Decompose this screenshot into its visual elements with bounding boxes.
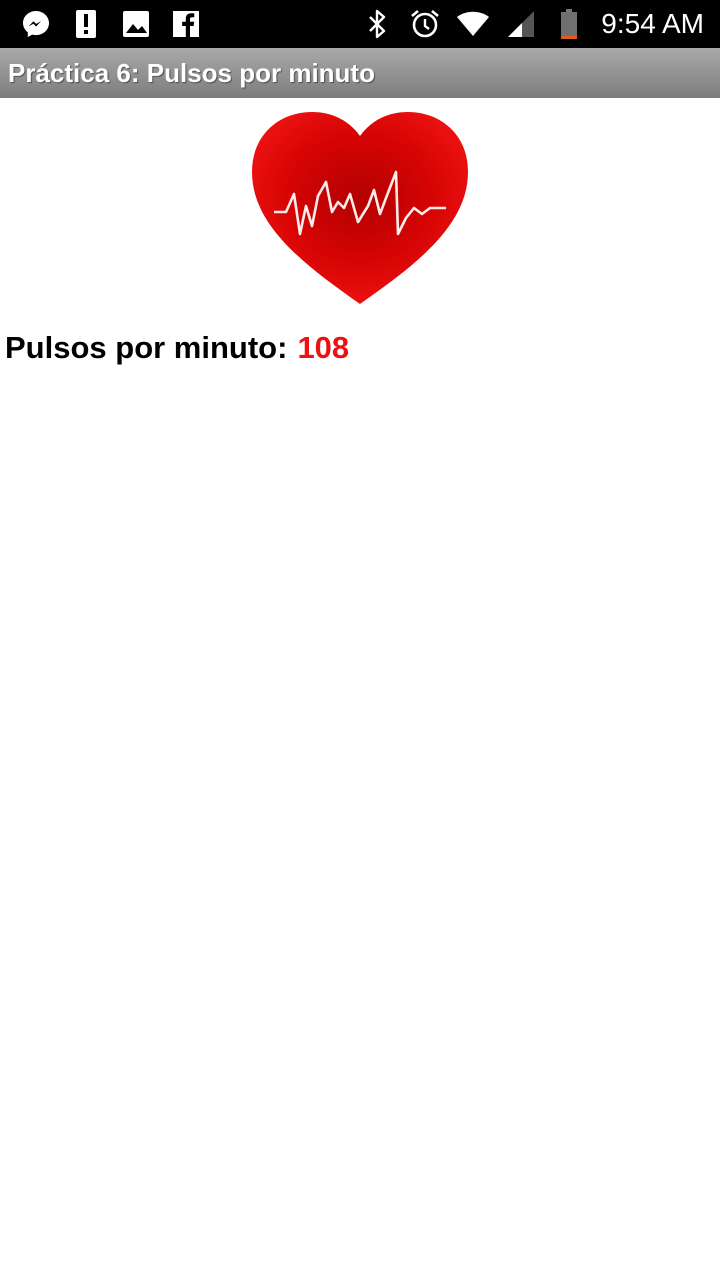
image-icon	[118, 6, 154, 42]
alert-icon	[68, 6, 104, 42]
action-bar: Práctica 6: Pulsos por minuto	[0, 48, 720, 98]
messenger-icon	[18, 6, 54, 42]
alarm-icon	[407, 6, 443, 42]
wifi-icon	[455, 6, 491, 42]
pulse-value: 108	[297, 330, 350, 365]
pulse-label: Pulsos por minuto:	[5, 330, 288, 365]
status-clock: 9:54 AM	[601, 8, 704, 39]
notification-icons	[18, 0, 218, 48]
system-icons: 9:54 AM	[347, 0, 704, 48]
signal-icon	[503, 6, 539, 42]
heart-pulse-icon	[246, 108, 474, 314]
facebook-icon	[168, 6, 204, 42]
battery-icon	[551, 6, 587, 42]
page-title: Práctica 6: Pulsos por minuto	[8, 58, 375, 88]
pulse-readout: Pulsos por minuto: 108	[5, 330, 349, 366]
bluetooth-icon	[359, 6, 395, 42]
status-bar: 9:54 AM	[0, 0, 720, 48]
